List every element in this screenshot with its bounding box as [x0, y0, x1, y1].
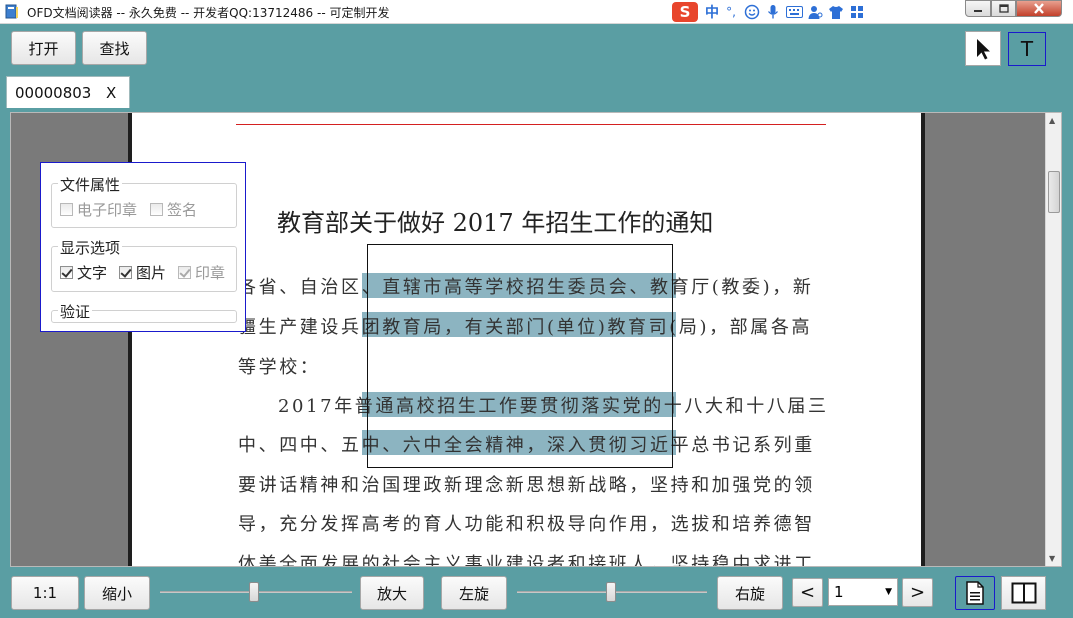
page-select-value: 1	[834, 583, 844, 601]
display-options-group: 显示选项 文字 图片 印章	[51, 237, 237, 292]
document-page[interactable]: 教育部关于做好 2017 年招生工作的通知 各省、自治区、直辖市高等学校招生委员…	[128, 113, 925, 567]
properties-panel: 文件属性 电子印章 签名 显示选项 文字 图片 印章 验证	[40, 162, 246, 332]
app-window: OFD文档阅读器 -- 永久免费 -- 开发者QQ:13712486 -- 可定…	[0, 0, 1073, 618]
scrollbar-thumb[interactable]	[1048, 171, 1060, 213]
checkbox-images[interactable]: 图片	[119, 262, 166, 283]
file-properties-group: 文件属性 电子印章 签名	[51, 174, 237, 228]
scroll-up-arrow-icon[interactable]: ▲	[1049, 116, 1055, 125]
rotate-left-button[interactable]: 左旋	[441, 576, 507, 610]
checkbox-label: 签名	[167, 201, 198, 219]
selection-rectangle[interactable]	[367, 244, 673, 468]
checkbox-box[interactable]	[60, 203, 73, 216]
checkbox-box[interactable]	[150, 203, 163, 216]
ime-mode-indicator[interactable]: 中	[705, 2, 719, 22]
close-button[interactable]	[1016, 0, 1062, 17]
sogou-logo-icon[interactable]: S	[672, 2, 698, 22]
minimize-icon	[974, 9, 982, 12]
two-page-icon	[1011, 582, 1036, 604]
close-icon	[1034, 3, 1044, 14]
document-line: 导，充分发挥高考的育人功能和积极导向作用，选拔和培养德智	[238, 514, 815, 535]
checkbox-box[interactable]	[178, 266, 191, 279]
zoom-slider-thumb[interactable]	[249, 582, 259, 602]
toolbox-grid-icon[interactable]	[848, 3, 866, 21]
ime-toolbar: S 中 °,	[672, 1, 866, 23]
actual-size-button[interactable]: 1:1	[11, 576, 79, 610]
page-select[interactable]: 1 ▼	[828, 578, 898, 606]
single-page-icon	[966, 581, 984, 605]
checkbox-label: 文字	[77, 264, 108, 282]
open-button[interactable]: 打开	[11, 31, 76, 65]
minimize-button[interactable]	[965, 0, 991, 17]
tab-close-button[interactable]: X	[106, 84, 116, 102]
double-page-view-button[interactable]	[1001, 576, 1046, 610]
checkbox-text[interactable]: 文字	[60, 262, 107, 283]
document-line: 等学校：	[238, 357, 321, 378]
scroll-down-arrow-icon[interactable]: ▼	[1049, 554, 1055, 563]
text-select-tool-button[interactable]: T	[1008, 32, 1046, 66]
microphone-icon[interactable]	[764, 3, 782, 21]
single-page-view-button[interactable]	[955, 576, 995, 610]
document-line: 要讲话精神和治国理政新理念新思想新战略，坚持和加强党的领	[238, 475, 815, 496]
vertical-scrollbar[interactable]: ▲ ▼	[1045, 113, 1061, 566]
group-title: 文件属性	[58, 174, 123, 195]
tab-label: 00000803	[15, 84, 92, 102]
ime-punct-indicator[interactable]: °,	[722, 3, 740, 21]
rotate-slider-thumb[interactable]	[606, 582, 616, 602]
book-icon	[5, 4, 18, 19]
checkbox-seals[interactable]: 印章	[178, 262, 225, 283]
checkbox-box[interactable]	[119, 266, 132, 279]
checkbox-signature[interactable]: 签名	[150, 199, 197, 220]
verify-group: 验证	[51, 301, 237, 323]
maximize-button[interactable]	[991, 0, 1016, 17]
emoji-icon[interactable]	[743, 3, 761, 21]
zoom-in-button[interactable]: 放大	[360, 576, 424, 610]
window-title: OFD文档阅读器 -- 永久免费 -- 开发者QQ:13712486 -- 可定…	[27, 6, 390, 20]
zoom-out-button[interactable]: 缩小	[84, 576, 150, 610]
group-title: 显示选项	[58, 237, 123, 258]
skin-shirt-icon[interactable]	[827, 3, 845, 21]
pointer-tool-button[interactable]	[965, 31, 1001, 66]
user-settings-icon[interactable]	[806, 3, 824, 21]
find-button[interactable]: 查找	[82, 31, 147, 65]
header-red-rule	[236, 124, 826, 125]
title-bar: OFD文档阅读器 -- 永久免费 -- 开发者QQ:13712486 -- 可定…	[0, 0, 1073, 24]
checkbox-label: 图片	[136, 264, 167, 282]
checkbox-label: 印章	[195, 264, 226, 282]
document-title: 教育部关于做好 2017 年招生工作的通知	[277, 209, 714, 237]
document-tab[interactable]: 00000803 X	[6, 76, 130, 108]
group-title: 验证	[58, 301, 93, 322]
chevron-down-icon: ▼	[885, 587, 892, 597]
keyboard-icon[interactable]	[785, 3, 803, 21]
checkbox-label: 电子印章	[77, 201, 138, 219]
checkbox-box[interactable]	[60, 266, 73, 279]
next-page-button[interactable]: >	[902, 578, 933, 607]
checkbox-electronic-seal[interactable]: 电子印章	[60, 199, 137, 220]
prev-page-button[interactable]: <	[792, 578, 823, 607]
rotate-right-button[interactable]: 右旋	[717, 576, 783, 610]
document-line: 体美全面发展的社会主义事业建设者和接班人，坚持稳中求进工	[238, 554, 815, 567]
cursor-arrow-icon	[977, 38, 990, 59]
maximize-icon	[998, 3, 1009, 13]
